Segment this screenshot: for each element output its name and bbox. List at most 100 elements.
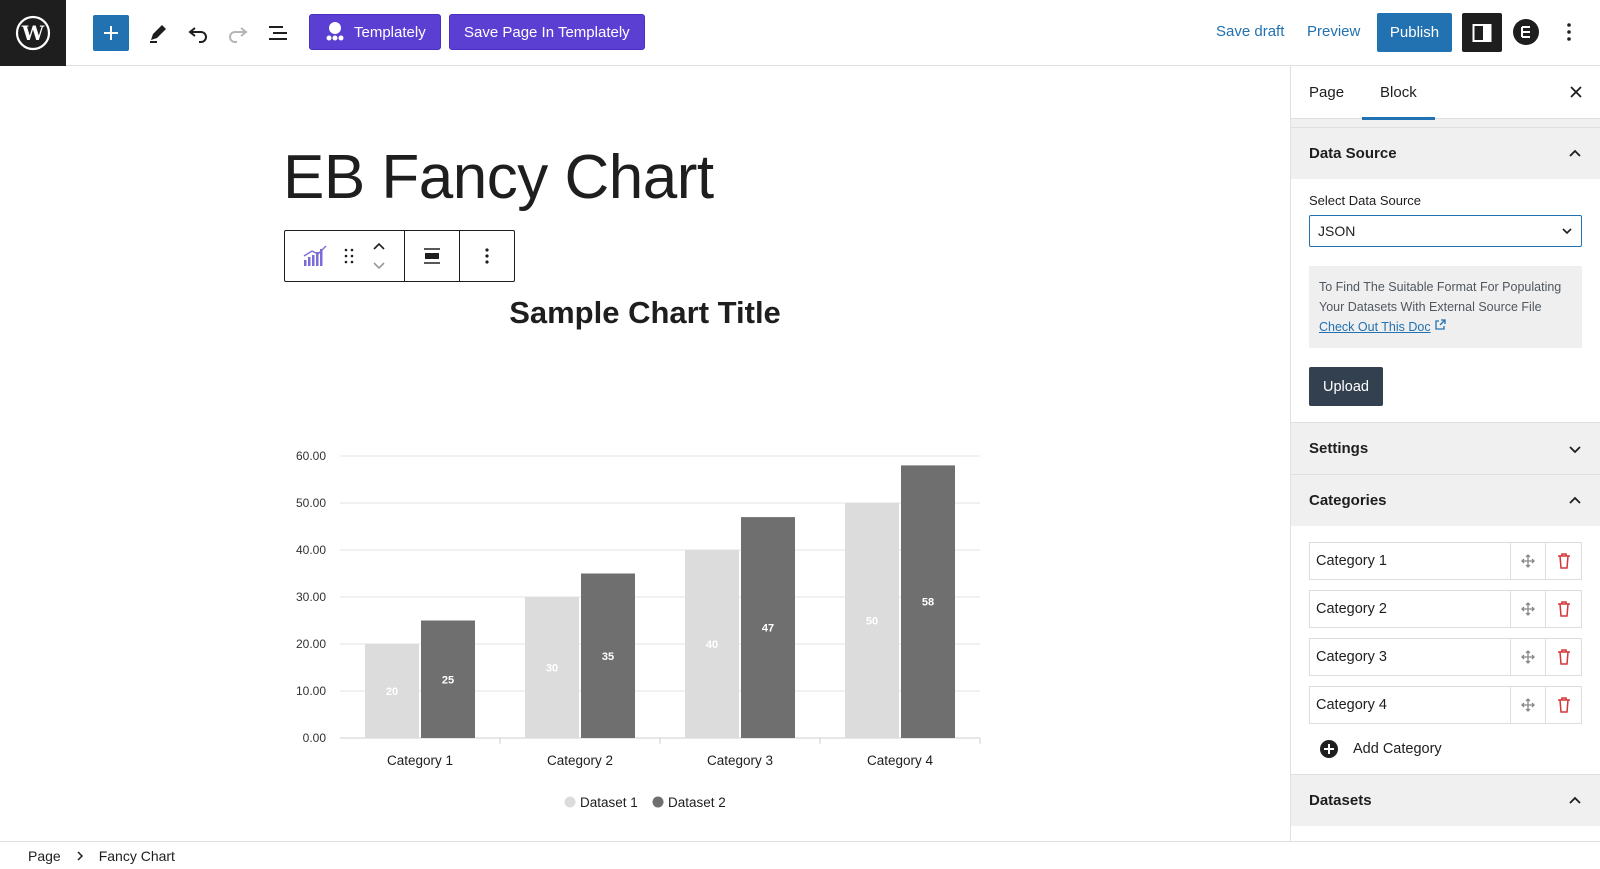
chart-title: Sample Chart Title xyxy=(509,295,781,330)
redo-icon xyxy=(229,27,248,43)
legend-label: Dataset 1 xyxy=(580,795,638,810)
tab-block[interactable]: Block xyxy=(1362,66,1435,120)
drag-handle-icon xyxy=(344,248,353,264)
options-button[interactable] xyxy=(1556,19,1582,45)
save-in-templately-label: Save Page In Templately xyxy=(464,23,630,41)
legend-label: Dataset 2 xyxy=(668,795,726,810)
wordpress-logo[interactable]: W xyxy=(0,0,66,66)
data-label: 40 xyxy=(706,639,718,651)
panel-categories-title: Categories xyxy=(1309,492,1387,509)
y-tick-label: 10.00 xyxy=(296,684,326,698)
data-label: 35 xyxy=(602,651,614,663)
save-draft-button[interactable]: Save draft xyxy=(1216,23,1284,40)
category-row: Category 1 xyxy=(1309,542,1582,580)
panel-data-source-body: Select Data Source JSON To Find The Suit… xyxy=(1291,193,1600,422)
list-view-button[interactable] xyxy=(262,17,294,49)
publish-button[interactable]: Publish xyxy=(1377,13,1452,52)
category-input[interactable]: Category 4 xyxy=(1310,687,1511,723)
move-up-down-button[interactable] xyxy=(366,241,392,271)
x-tick-label: Category 3 xyxy=(707,753,773,768)
chevron-up-icon xyxy=(1569,796,1581,804)
panel-categories-header[interactable]: Categories xyxy=(1291,474,1600,526)
templately-icon xyxy=(326,22,344,41)
y-tick-label: 50.00 xyxy=(296,496,326,510)
redo-button[interactable] xyxy=(222,17,254,49)
legend-marker xyxy=(652,796,664,808)
category-row: Category 3 xyxy=(1309,638,1582,676)
drag-handle[interactable] xyxy=(338,248,360,264)
sidebar-tabs: Page Block xyxy=(1291,66,1600,120)
essential-blocks-button[interactable] xyxy=(1513,19,1539,45)
select-data-source-label: Select Data Source xyxy=(1309,193,1422,208)
move-icon xyxy=(1521,602,1535,616)
legend-marker xyxy=(564,796,576,808)
list-view-icon xyxy=(269,26,287,40)
fancy-chart: 0.00 10.00 20.00 30.00 40.00 50.00 60.00 20 25 Ca… xyxy=(296,449,981,810)
editor-top-toolbar: W Templately Save Page In Templately Sav… xyxy=(0,0,1600,66)
tools-button[interactable] xyxy=(142,17,174,49)
data-source-select[interactable]: JSON xyxy=(1309,215,1582,247)
more-vertical-icon xyxy=(485,248,489,264)
block-breadcrumb: Page Fancy Chart xyxy=(0,841,1600,869)
close-icon xyxy=(1570,86,1582,98)
category-move-button[interactable] xyxy=(1511,543,1546,579)
category-input[interactable]: Category 3 xyxy=(1310,639,1511,675)
panel-datasets-header[interactable]: Datasets xyxy=(1291,774,1600,826)
data-label: 47 xyxy=(762,623,774,635)
panel-settings-header[interactable]: Settings xyxy=(1291,422,1600,474)
templately-button[interactable]: Templately xyxy=(309,14,441,50)
add-block-button[interactable] xyxy=(93,15,129,51)
move-icon xyxy=(1521,698,1535,712)
y-tick-label: 60.00 xyxy=(296,449,326,463)
panel-data-source-header[interactable]: Data Source xyxy=(1291,127,1600,179)
breadcrumb-block[interactable]: Fancy Chart xyxy=(99,848,175,864)
trash-icon xyxy=(1557,553,1570,569)
category-row: Category 4 xyxy=(1309,686,1582,724)
move-up-down-icon xyxy=(372,242,385,270)
chevron-down-icon xyxy=(1569,445,1581,453)
add-category-button[interactable]: Add Category xyxy=(1309,724,1582,774)
align-button[interactable] xyxy=(405,231,460,281)
chevron-down-icon xyxy=(1562,228,1572,235)
block-options-button[interactable] xyxy=(460,231,514,281)
page-title[interactable]: EB Fancy Chart xyxy=(283,142,714,213)
sidebar-spacer xyxy=(1291,119,1600,127)
upload-button[interactable]: Upload xyxy=(1309,367,1383,406)
category-move-button[interactable] xyxy=(1511,687,1546,723)
settings-toggle-button[interactable] xyxy=(1462,13,1502,52)
add-category-label: Add Category xyxy=(1353,741,1442,757)
category-delete-button[interactable] xyxy=(1546,591,1581,627)
category-move-button[interactable] xyxy=(1511,639,1546,675)
svg-text:W: W xyxy=(21,21,45,45)
info-text: To Find The Suitable Format For Populati… xyxy=(1319,280,1562,314)
y-tick-label: 0.00 xyxy=(303,731,327,745)
essential-blocks-icon xyxy=(1521,26,1530,38)
close-sidebar-button[interactable] xyxy=(1566,82,1586,102)
x-tick-label: Category 1 xyxy=(387,753,453,768)
category-delete-button[interactable] xyxy=(1546,639,1581,675)
settings-sidebar: Page Block Data Source Select Data Sourc… xyxy=(1290,66,1600,841)
breadcrumb-page[interactable]: Page xyxy=(28,848,61,864)
preview-button[interactable]: Preview xyxy=(1307,23,1360,40)
category-input[interactable]: Category 1 xyxy=(1310,543,1511,579)
panel-categories-body: Category 1 Category 2 Category 3 Categor… xyxy=(1291,526,1600,774)
undo-button[interactable] xyxy=(182,17,214,49)
chevron-up-icon xyxy=(1569,149,1581,157)
save-in-templately-button[interactable]: Save Page In Templately xyxy=(449,14,645,50)
y-tick-label: 20.00 xyxy=(296,637,326,651)
trash-icon xyxy=(1557,697,1570,713)
category-delete-button[interactable] xyxy=(1546,687,1581,723)
category-move-button[interactable] xyxy=(1511,591,1546,627)
data-label: 30 xyxy=(546,663,558,675)
data-label: 50 xyxy=(866,616,878,628)
y-tick-label: 30.00 xyxy=(296,590,326,604)
editor-canvas: EB Fancy Chart Sample Chart Title 0.00 1… xyxy=(0,66,1290,841)
block-type-button[interactable] xyxy=(298,244,332,268)
tab-page[interactable]: Page xyxy=(1291,66,1362,119)
category-input[interactable]: Category 2 xyxy=(1310,591,1511,627)
category-row: Category 2 xyxy=(1309,590,1582,628)
category-delete-button[interactable] xyxy=(1546,543,1581,579)
align-icon xyxy=(424,248,440,264)
doc-link[interactable]: Check Out This Doc xyxy=(1319,320,1431,334)
data-label: 58 xyxy=(922,597,934,609)
